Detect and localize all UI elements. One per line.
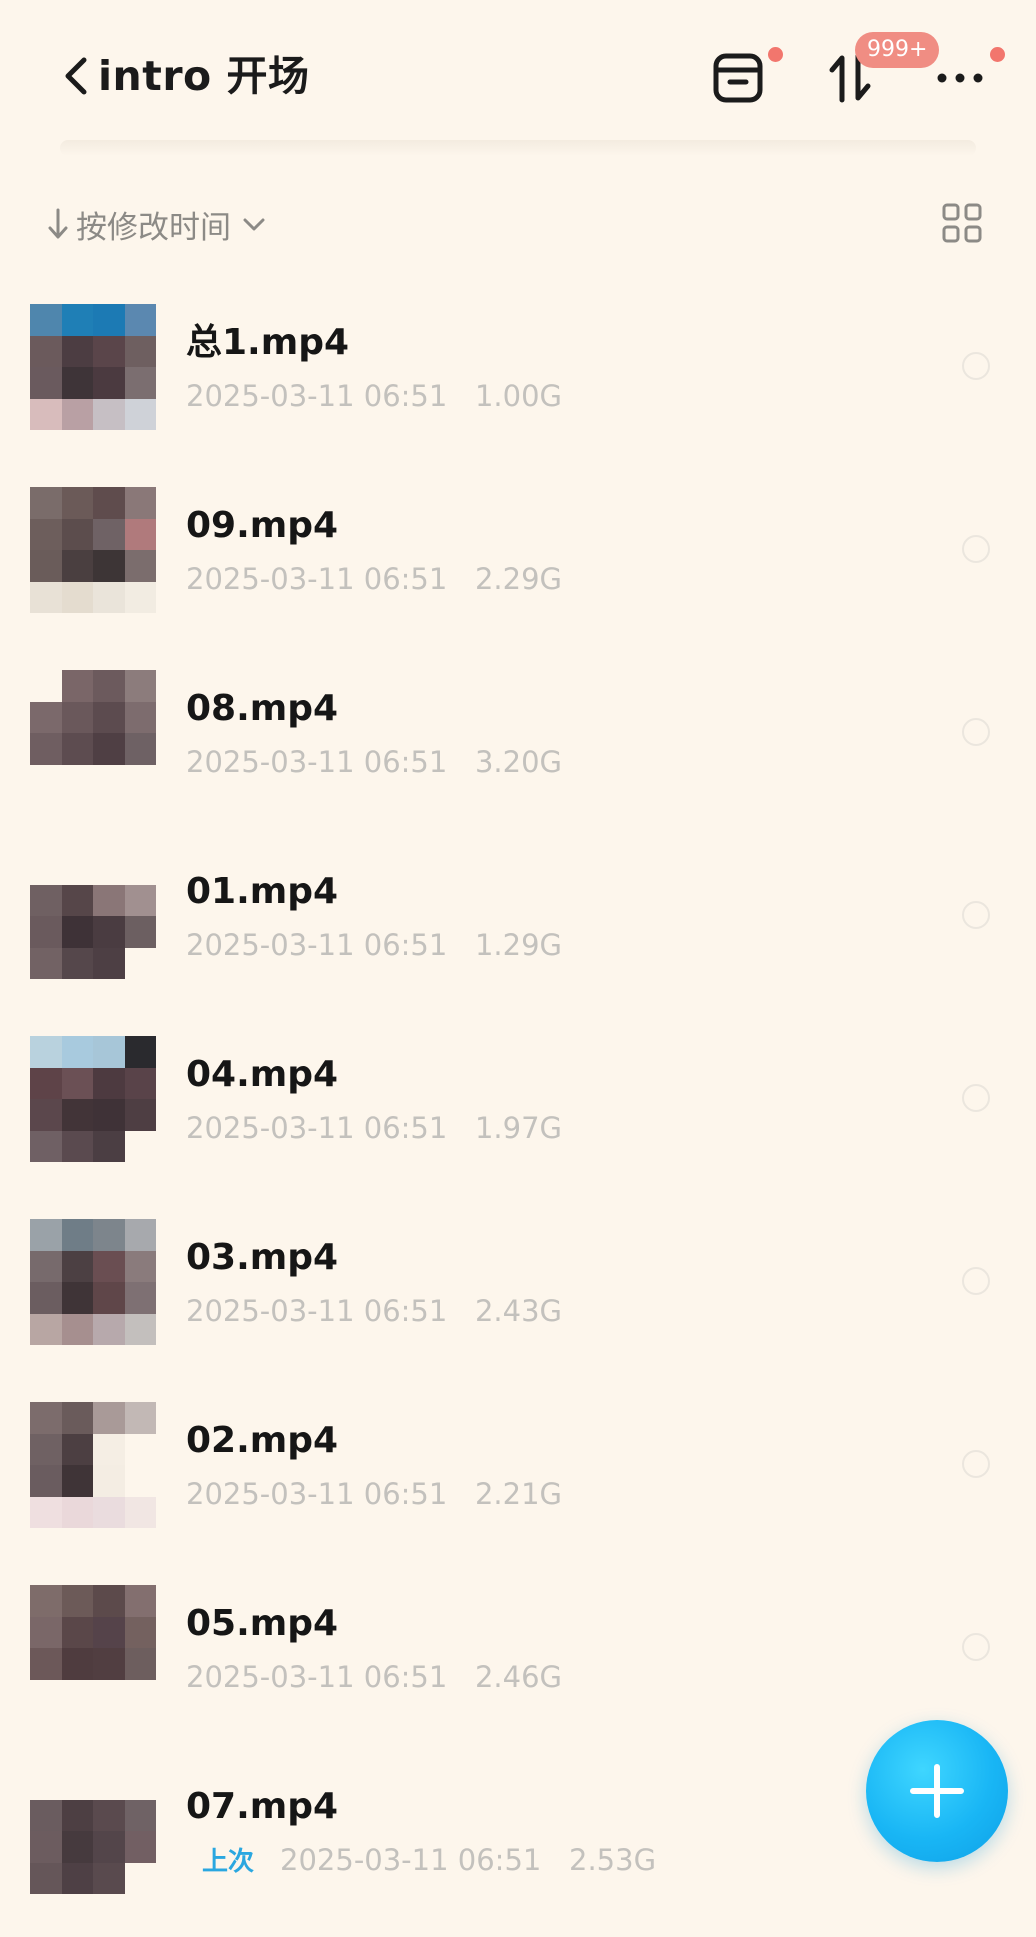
file-row[interactable]: 02.mp4 2025-03-11 06:51 2.21G xyxy=(0,1388,1036,1571)
file-row[interactable]: 09.mp4 2025-03-11 06:51 2.29G xyxy=(0,473,1036,656)
file-name: 05.mp4 xyxy=(186,1603,339,1644)
file-date: 2025-03-11 06:51 xyxy=(186,562,448,596)
file-size: 2.43G xyxy=(474,1294,563,1328)
file-row[interactable]: 08.mp4 2025-03-11 06:51 3.20G xyxy=(0,656,1036,839)
file-date: 2025-03-11 06:51 xyxy=(186,745,448,779)
grid-view-icon xyxy=(942,203,982,243)
file-row[interactable]: 03.mp4 2025-03-11 06:51 2.43G xyxy=(0,1205,1036,1388)
file-size: 2.46G xyxy=(474,1660,563,1694)
file-meta: 2025-03-11 06:51 1.97G xyxy=(186,1108,562,1148)
last-played-tag: 上次 xyxy=(202,1847,255,1877)
select-checkbox[interactable] xyxy=(962,1084,990,1112)
video-thumbnail xyxy=(30,853,156,979)
back-button[interactable] xyxy=(58,48,94,104)
top-bar: intro 开场 999+ xyxy=(0,0,1036,156)
inbox-tray-icon xyxy=(713,53,763,103)
file-name: 03.mp4 xyxy=(186,1237,339,1278)
file-name: 01.mp4 xyxy=(186,871,339,912)
file-size: 2.29G xyxy=(474,562,563,596)
file-meta: 2025-03-11 06:51 3.20G xyxy=(186,742,562,782)
file-row[interactable]: 05.mp4 2025-03-11 06:51 2.46G xyxy=(0,1571,1036,1754)
tray-notification-dot xyxy=(768,47,783,62)
sort-dropdown[interactable]: 按修改时间 xyxy=(46,195,267,253)
file-meta: 2025-03-11 06:51 2.46G xyxy=(186,1657,562,1697)
file-date: 2025-03-11 06:51 xyxy=(186,1111,448,1145)
more-notification-dot xyxy=(990,47,1005,62)
video-thumbnail xyxy=(30,1585,156,1711)
sort-label: 按修改时间 xyxy=(76,209,231,246)
select-checkbox[interactable] xyxy=(962,718,990,746)
more-dots-icon xyxy=(937,73,983,83)
video-thumbnail xyxy=(30,487,156,613)
select-checkbox[interactable] xyxy=(962,1450,990,1478)
video-thumbnail xyxy=(30,1768,156,1894)
file-size: 1.29G xyxy=(474,928,563,962)
video-thumbnail xyxy=(30,1219,156,1345)
file-size: 1.97G xyxy=(474,1111,563,1145)
select-checkbox[interactable] xyxy=(962,1633,990,1661)
file-meta: 上次 2025-03-11 06:51 2.53G xyxy=(186,1840,656,1882)
file-name: 02.mp4 xyxy=(186,1420,339,1461)
file-name: 总1.mp4 xyxy=(186,322,350,363)
file-row[interactable]: 01.mp4 2025-03-11 06:51 1.29G xyxy=(0,839,1036,1022)
select-checkbox[interactable] xyxy=(962,901,990,929)
transfer-count-badge: 999+ xyxy=(855,32,940,68)
plus-icon xyxy=(910,1764,964,1818)
file-size: 2.53G xyxy=(569,1843,657,1877)
search-bar-edge xyxy=(60,140,976,156)
video-thumbnail xyxy=(30,670,156,796)
file-size: 2.21G xyxy=(474,1477,563,1511)
select-checkbox[interactable] xyxy=(962,352,990,380)
view-toggle-button[interactable] xyxy=(940,201,984,245)
select-checkbox[interactable] xyxy=(962,1267,990,1295)
file-row[interactable]: 04.mp4 2025-03-11 06:51 1.97G xyxy=(0,1022,1036,1205)
video-thumbnail xyxy=(30,304,156,430)
video-thumbnail xyxy=(30,1402,156,1528)
file-name: 09.mp4 xyxy=(186,505,339,546)
sort-bar: 按修改时间 xyxy=(0,195,1036,253)
select-checkbox[interactable] xyxy=(962,535,990,563)
file-size: 1.00G xyxy=(474,379,563,413)
file-date: 2025-03-11 06:51 xyxy=(280,1843,542,1877)
file-date: 2025-03-11 06:51 xyxy=(186,928,448,962)
more-button[interactable] xyxy=(930,46,994,110)
file-date: 2025-03-11 06:51 xyxy=(186,1660,448,1694)
add-button[interactable] xyxy=(866,1720,1008,1862)
file-meta: 2025-03-11 06:51 1.29G xyxy=(186,925,562,965)
page-title: intro 开场 xyxy=(98,52,310,100)
file-meta: 2025-03-11 06:51 2.29G xyxy=(186,559,562,599)
file-list: 总1.mp4 2025-03-11 06:51 1.00G 09.mp4 202… xyxy=(0,290,1036,1937)
file-date: 2025-03-11 06:51 xyxy=(186,1477,448,1511)
file-name: 04.mp4 xyxy=(186,1054,339,1095)
file-size: 3.20G xyxy=(474,745,563,779)
tray-button[interactable] xyxy=(706,46,770,110)
file-date: 2025-03-11 06:51 xyxy=(186,1294,448,1328)
video-thumbnail xyxy=(30,1036,156,1162)
file-date: 2025-03-11 06:51 xyxy=(186,379,448,413)
chevron-left-icon xyxy=(65,57,87,95)
file-name: 07.mp4 xyxy=(186,1786,339,1827)
file-meta: 2025-03-11 06:51 1.00G xyxy=(186,376,562,416)
chevron-down-icon xyxy=(243,218,265,231)
file-meta: 2025-03-11 06:51 2.43G xyxy=(186,1291,562,1331)
file-row[interactable]: 总1.mp4 2025-03-11 06:51 1.00G xyxy=(0,290,1036,473)
file-name: 08.mp4 xyxy=(186,688,339,729)
file-meta: 2025-03-11 06:51 2.21G xyxy=(186,1474,562,1514)
arrow-down-icon xyxy=(48,208,68,239)
